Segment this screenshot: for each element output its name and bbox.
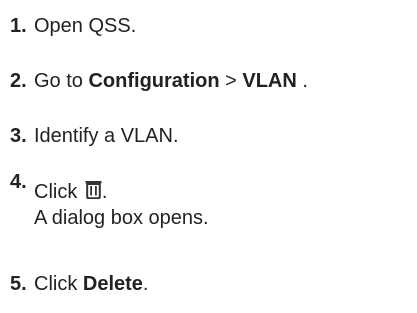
step-text: Go to Configuration > VLAN .	[34, 69, 308, 93]
delete-label: Delete	[82, 273, 143, 295]
step-text: Click .	[34, 180, 107, 204]
step-text-suffix: .	[296, 70, 308, 92]
step-number: 5.	[10, 273, 27, 295]
step-text-suffix: .	[142, 273, 149, 295]
step-text-prefix: Go to	[34, 70, 89, 92]
trash-icon	[85, 180, 102, 199]
step-text: Open QSS.	[34, 15, 137, 37]
step-number: 4.	[10, 171, 27, 193]
step-text-prefix: Click	[34, 181, 83, 203]
step-number: 3.	[10, 125, 27, 147]
step-text: Click Delete.	[34, 272, 148, 296]
path-separator: >	[219, 70, 243, 92]
menu-configuration: Configuration	[88, 70, 220, 92]
menu-vlan: VLAN	[242, 70, 297, 92]
step-number: 2.	[10, 70, 27, 92]
step-number: 1.	[10, 15, 27, 37]
step-text: Identify a VLAN.	[34, 125, 179, 147]
step-result-text: A dialog box opens.	[34, 207, 209, 229]
step-text-suffix: .	[101, 181, 108, 203]
step-text-prefix: Click	[34, 273, 83, 295]
